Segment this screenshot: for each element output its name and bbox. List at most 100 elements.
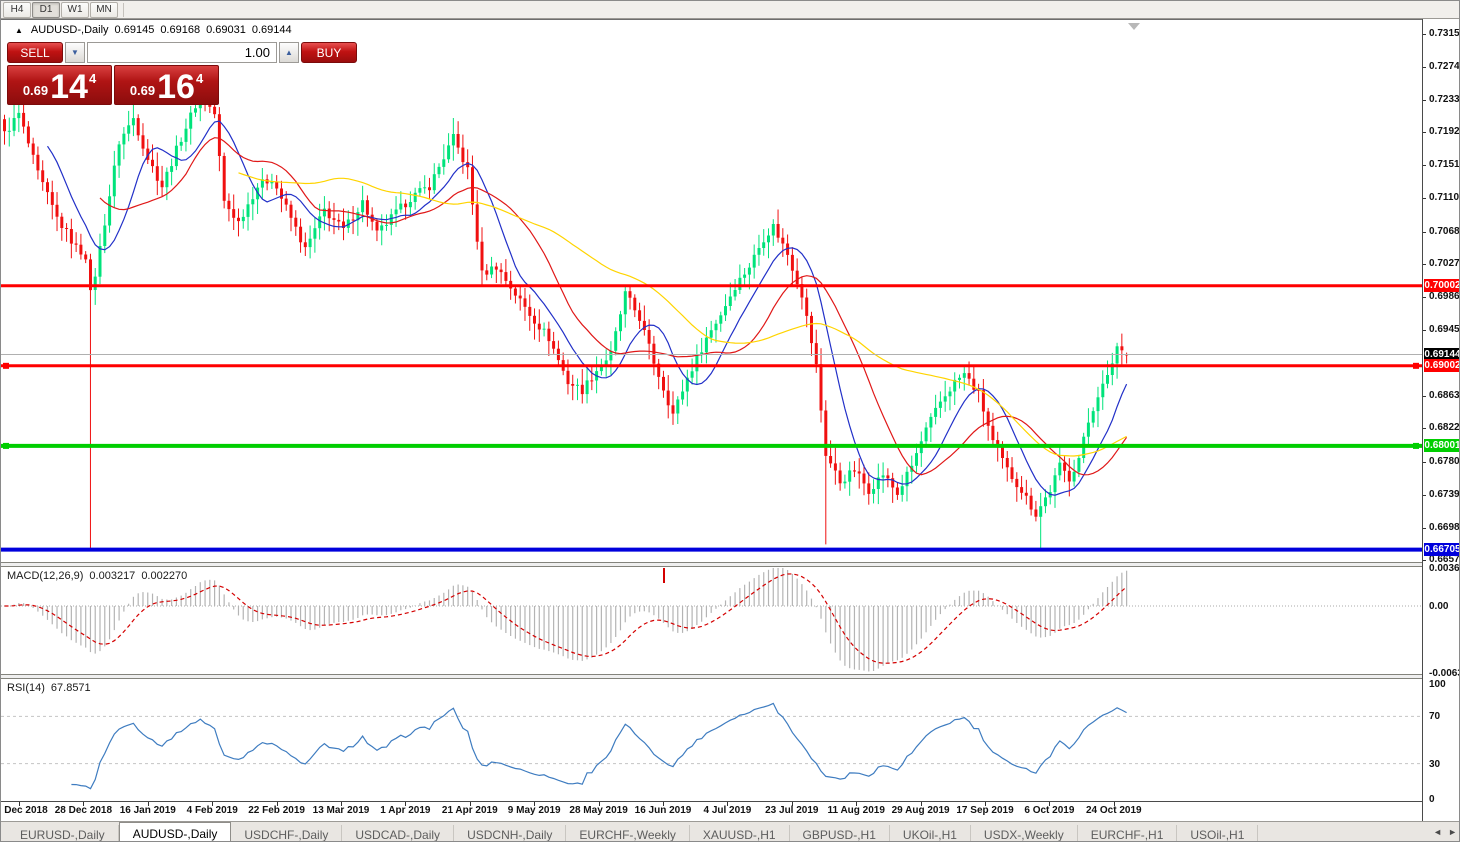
chart-symbol-label: AUDUSD-,Daily [31,24,109,36]
price-tick-label: 0.71920 [1429,126,1460,137]
date-label: 10 Dec 2018 [0,805,48,816]
tab-usdcnh-daily[interactable]: USDCNH-,Daily [454,825,566,842]
price-tick-label: 0.70270 [1429,258,1460,269]
trading-terminal-window: H4D1W1MN ▲ AUDUSD-,Daily 0.69145 0.69168… [0,0,1460,842]
sell-button[interactable]: SELL [7,42,63,63]
tab-xauusd-h1[interactable]: XAUUSD-,H1 [690,825,790,842]
price-tick-mark [1423,34,1426,35]
buy-price-button[interactable]: 0.69 16 4 [114,65,219,105]
tabs-scroll-left-icon[interactable]: ◄ [1433,827,1442,837]
price-tick-mark [1423,396,1426,397]
price-tick-mark [1423,132,1426,133]
timeframe-button-w1[interactable]: W1 [61,2,89,18]
price-tick-label: 0.71100 [1429,192,1460,203]
tab-usdx-weekly[interactable]: USDX-,Weekly [971,825,1078,842]
chart-shift-marker-icon[interactable] [1128,23,1140,30]
date-label: 23 Jul 2019 [765,805,818,816]
moving-average-line-21 [100,138,1127,475]
price-tick-mark [1423,330,1426,331]
date-label: 4 Feb 2019 [187,805,238,816]
price-tick-mark [1423,297,1426,298]
price-tick-label: 0.67800 [1429,456,1460,467]
macd-axis-label: -0.006378 [1429,668,1460,679]
rsi-label: RSI(14) 67.8571 [7,682,91,694]
tab-audusd-daily[interactable]: AUDUSD-,Daily [119,822,232,842]
rsi-value: 67.8571 [51,682,91,694]
price-tick-label: 0.68630 [1429,390,1460,401]
rsi-indicator-canvas[interactable] [1,679,1422,801]
date-label: 28 Dec 2018 [55,805,112,816]
one-click-collapse-icon[interactable]: ▲ [15,26,23,35]
macd-value-signal: 0.002270 [141,570,187,582]
ohlc-open: 0.69145 [115,24,155,36]
price-tick-mark [1423,560,1426,561]
price-tick-label: 0.68220 [1429,422,1460,433]
tab-gbpusd-h1[interactable]: GBPUSD-,H1 [790,825,890,842]
moving-average-line-10 [48,121,1127,495]
price-tick-label: 0.72330 [1429,94,1460,105]
volume-input[interactable] [87,42,277,63]
timeframe-button-mn[interactable]: MN [90,2,118,18]
date-label: 21 Apr 2019 [442,805,498,816]
date-label: 22 Feb 2019 [248,805,305,816]
toolbar-divider [123,3,124,17]
price-tick-label: 0.71510 [1429,159,1460,170]
price-tick-label: 0.69450 [1429,324,1460,335]
sell-price-button[interactable]: 0.69 14 4 [7,65,112,105]
price-tick-mark [1423,428,1426,429]
price-tick-mark [1423,232,1426,233]
tab-usdchf-daily[interactable]: USDCHF-,Daily [231,825,342,842]
one-click-trading-panel: SELL ▼ ▲ BUY 0.69 14 4 0.69 16 4 [7,42,219,105]
rsi-axis-label: 30 [1429,759,1440,770]
date-label: 24 Oct 2019 [1086,805,1142,816]
sell-price-pipette: 4 [89,71,96,86]
sell-price-big: 14 [50,72,88,102]
macd-indicator-canvas[interactable] [1,567,1422,674]
date-label: 16 Jan 2019 [120,805,176,816]
sell-price-prefix: 0.69 [23,83,48,98]
macd-axis-label: 0.00 [1429,601,1448,612]
candles-group [3,79,1128,549]
price-tick-mark [1423,198,1426,199]
tabs-scroll-right-icon[interactable]: ► [1448,827,1457,837]
price-tick-mark [1423,528,1426,529]
line-handle[interactable] [3,443,9,449]
price-tick-mark [1423,264,1426,265]
price-axis-border [1422,19,1423,821]
tab-eurchf-weekly[interactable]: EURCHF-,Weekly [566,825,689,842]
buy-price-prefix: 0.69 [130,83,155,98]
date-label: 28 May 2019 [569,805,627,816]
tab-eurusd-daily[interactable]: EURUSD-,Daily [7,825,119,842]
time-axis[interactable]: 10 Dec 2018 28 Dec 2018 16 Jan 2019 4 Feb 2… [1,802,1422,821]
tab-eurchf-h1[interactable]: EURCHF-,H1 [1078,825,1178,842]
timeframe-button-d1[interactable]: D1 [32,2,60,18]
macd-axis-label: 0.003674 [1429,563,1460,574]
price-axis[interactable]: 0.731500.727400.723300.719200.715100.711… [1423,19,1460,821]
price-badge-0.70002: 0.70002 [1424,279,1460,292]
line-handle[interactable] [1413,443,1419,449]
line-handle[interactable] [3,363,9,369]
tab-usoil-h1[interactable]: USOil-,H1 [1177,825,1258,842]
timeframe-button-h4[interactable]: H4 [3,2,31,18]
date-label: 4 Jul 2019 [703,805,751,816]
price-tick-mark [1423,165,1426,166]
macd-signal-line [5,574,1127,663]
rsi-axis-label: 100 [1429,679,1446,690]
ohlc-close: 0.69144 [252,24,292,36]
tab-ukoil-h1[interactable]: UKOil-,H1 [890,825,971,842]
date-label: 13 Mar 2019 [313,805,370,816]
macd-label: MACD(12,26,9) 0.003217 0.002270 [7,570,187,582]
volume-decrease-button[interactable]: ▼ [65,42,85,63]
price-tick-label: 0.66980 [1429,522,1460,533]
timeframe-toolbar: H4D1W1MN [1,1,1460,19]
tab-usdcad-daily[interactable]: USDCAD-,Daily [342,825,454,842]
macd-value-main: 0.003217 [89,570,135,582]
chart-tab-bar: EURUSD-,DailyAUDUSD-,DailyUSDCHF-,DailyU… [1,821,1460,842]
buy-button[interactable]: BUY [301,42,357,63]
date-label: 29 Aug 2019 [892,805,950,816]
volume-increase-button[interactable]: ▲ [279,42,299,63]
line-handle[interactable] [1413,363,1419,369]
rsi-axis-label: 70 [1429,711,1440,722]
price-tick-label: 0.69860 [1429,291,1460,302]
macd-histogram [5,568,1127,672]
